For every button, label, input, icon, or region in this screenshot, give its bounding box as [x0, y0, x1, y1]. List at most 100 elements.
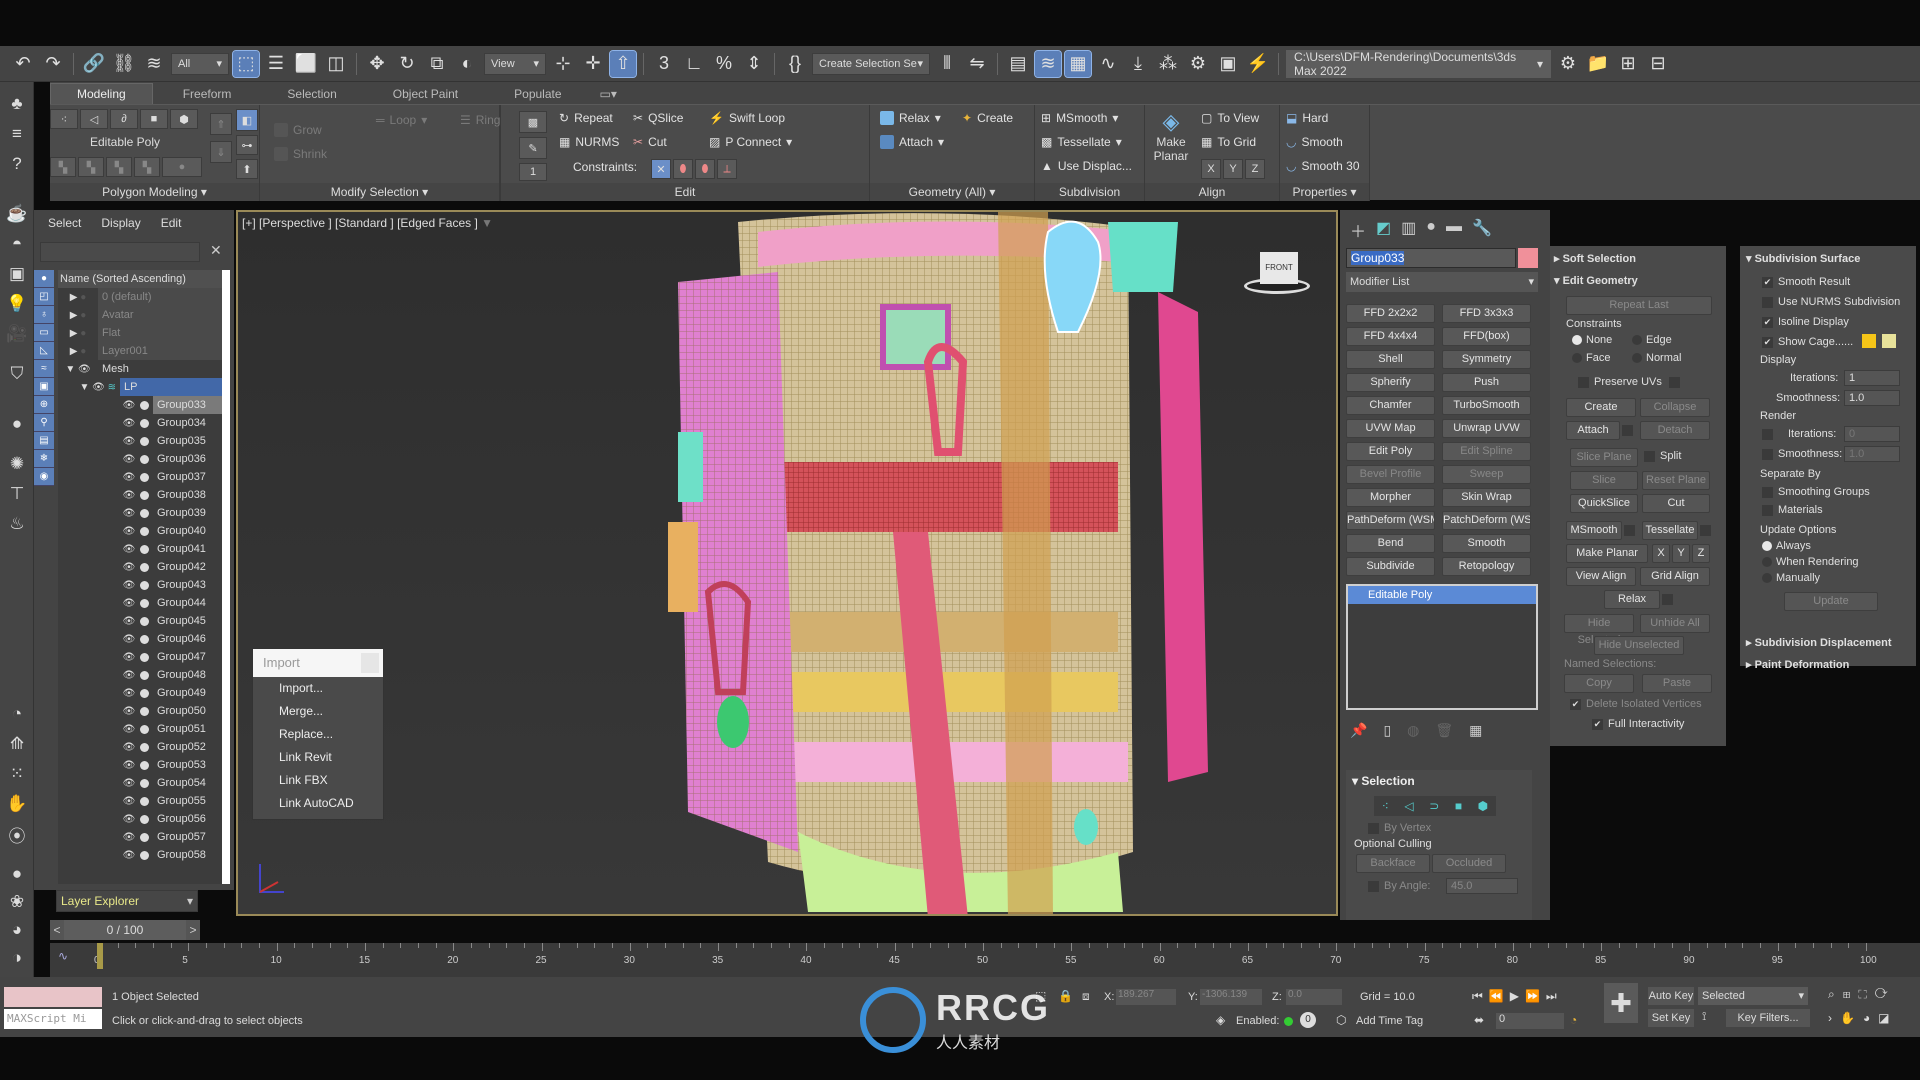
keyboard-shortcut-override-icon[interactable]: ⇧ [609, 49, 637, 78]
select-by-name-icon[interactable]: ☰ [263, 51, 289, 77]
menu-item-link-revit[interactable]: Link Revit [253, 746, 383, 769]
nurms-button[interactable]: ▦ NURMS [559, 135, 619, 149]
constraint-none-radio[interactable]: None [1572, 334, 1612, 346]
render-dot-icon[interactable] [140, 562, 149, 572]
material-editor-icon[interactable]: ⁂ [1155, 51, 1181, 77]
object-row[interactable]: 👁 Group041 [58, 540, 222, 558]
eye-icon[interactable]: 👁 [122, 652, 136, 663]
object-row[interactable]: 👁 Group054 [58, 774, 222, 792]
modifier-button[interactable]: Bend [1346, 534, 1435, 553]
preserve-uvs-checkbox[interactable]: Preserve UVs [1578, 376, 1685, 388]
border-icon[interactable]: ⊃ [1429, 799, 1439, 813]
motion-tab-icon[interactable]: ● [1426, 218, 1436, 242]
layer-row[interactable]: ▶ ● Avatar [58, 306, 222, 324]
update-always-radio[interactable]: Always [1762, 540, 1811, 552]
project-settings-icon[interactable]: ⚙ [1555, 51, 1581, 77]
tab-selection[interactable]: Selection [261, 84, 362, 104]
view-align-button[interactable]: View Align [1566, 567, 1636, 586]
edit-named-selection-icon[interactable]: {} [782, 51, 808, 77]
align-icon[interactable]: ⇋ [964, 51, 990, 77]
maxscript-listener-icon[interactable]: ◑ [5, 946, 29, 970]
show-end-result-icon[interactable]: ▯ [1383, 722, 1391, 739]
by-vertex-checkbox[interactable]: By Vertex [1368, 822, 1431, 834]
menu-display[interactable]: Display [101, 216, 140, 236]
eye-icon[interactable]: 👁 [122, 598, 136, 609]
render-dot-icon[interactable] [140, 742, 149, 752]
tab-modeling[interactable]: Modeling [50, 83, 153, 104]
mirror-icon[interactable]: ⫴ [934, 51, 960, 77]
time-tag-icon[interactable]: ⬡ [1336, 1013, 1346, 1027]
select-manipulate-icon[interactable]: ✛ [580, 51, 606, 77]
msmooth-button[interactable]: MSmooth [1566, 521, 1622, 540]
group-label-properties[interactable]: Properties ▾ [1280, 183, 1369, 201]
render-dot-icon[interactable] [140, 796, 149, 806]
msmooth-settings-icon[interactable] [1624, 525, 1635, 536]
slice-button[interactable]: Slice [1570, 471, 1638, 490]
tessellate-button[interactable]: Tessellate [1642, 521, 1698, 540]
object-row[interactable]: 👁 Group051 [58, 720, 222, 738]
make-planar-button[interactable]: ◈ Make Planar [1151, 109, 1191, 163]
eye-icon[interactable]: 👁 [122, 544, 136, 555]
show-end-result-icon[interactable]: ◧ [236, 109, 258, 131]
enabled-toggle[interactable]: 0 [1300, 1012, 1316, 1028]
render-dot-icon[interactable] [140, 544, 149, 554]
render-smoothness-label[interactable]: Smoothness: [1762, 448, 1842, 460]
repeat-button[interactable]: ↻ Repeat [559, 111, 613, 125]
show-cage-checkbox[interactable]: ✔ Show Cage...... [1762, 336, 1853, 348]
constraint-edge-radio[interactable]: Edge [1632, 334, 1672, 346]
xform-icon[interactable]: ⟰ [5, 732, 29, 756]
modifier-button[interactable]: Chamfer [1346, 396, 1435, 415]
next-frame-button[interactable]: > [186, 920, 200, 940]
current-frame-marker[interactable] [97, 943, 103, 969]
group-label-modify-selection[interactable]: Modify Selection ▾ [260, 183, 499, 201]
viewcube[interactable]: FRONT [1242, 248, 1312, 298]
auto-key-button[interactable]: Auto Key [1648, 987, 1694, 1005]
element-mode-icon[interactable]: ⬢ [170, 109, 198, 129]
object-row[interactable]: 👁 Group048 [58, 666, 222, 684]
spacewarp-icon[interactable]: ⊤ [5, 482, 29, 506]
unlink-icon[interactable]: ⛓ [111, 51, 137, 77]
hide-selected-button[interactable]: Hide Selected [1564, 614, 1634, 646]
explorer-type-dropdown[interactable]: Layer Explorer ▾ [56, 890, 198, 912]
previous-frame-button[interactable]: < [50, 920, 64, 940]
materials-checkbox[interactable]: Materials [1762, 504, 1823, 516]
edge-mode-icon[interactable]: ◁ [80, 109, 108, 129]
project-folder-dropdown[interactable]: C:\Users\DFM-Rendering\Documents\3ds Max… [1286, 49, 1551, 78]
scale-icon[interactable]: ⧉ [424, 51, 450, 77]
undo-icon[interactable]: ↶ [10, 51, 36, 77]
teapot-icon[interactable]: ☕ [5, 202, 29, 226]
tab-populate[interactable]: Populate [488, 84, 587, 104]
project-tree-icon[interactable]: ⊟ [1645, 51, 1671, 77]
grow-button[interactable]: Grow [274, 123, 322, 137]
update-when-rendering-radio[interactable]: When Rendering [1762, 556, 1859, 568]
shrink-button[interactable]: Shrink [274, 147, 327, 161]
eye-icon[interactable]: 👁 [122, 706, 136, 717]
schematic-view-icon[interactable]: ⤓ [1125, 51, 1151, 77]
object-row[interactable]: 👁 Group047 [58, 648, 222, 666]
eye-icon[interactable]: 👁 [122, 634, 136, 645]
split-checkbox[interactable]: Split [1644, 450, 1681, 462]
quickslice-button[interactable]: QuickSlice [1570, 494, 1638, 513]
render-dot-icon[interactable] [140, 724, 149, 734]
attach-button[interactable]: Attach ▾ [880, 135, 944, 149]
edit-geometry-title[interactable]: ▾ Edit Geometry [1554, 274, 1638, 287]
edge-icon[interactable]: ◁ [1404, 799, 1413, 813]
key-filters-button[interactable]: Key Filters... [1726, 1009, 1810, 1027]
eye-icon[interactable]: ▼ 👁 ≋ [58, 382, 120, 393]
object-row[interactable]: 👁 Group036 [58, 450, 222, 468]
current-frame-field[interactable]: 0 [1496, 1013, 1564, 1029]
msmooth-button[interactable]: ⊞ MSmooth ▾ [1041, 111, 1118, 125]
constraint-edge-icon[interactable]: ⬮ [673, 159, 693, 179]
object-row[interactable]: 👁 Group046 [58, 630, 222, 648]
filter-hidden-icon[interactable]: ◉ [34, 468, 54, 486]
align-x-button[interactable]: X [1201, 159, 1221, 179]
qslice-button[interactable]: ✂ QSlice [633, 111, 683, 125]
helpers-icon[interactable]: ⛉ [5, 362, 29, 386]
hide-unselected-button[interactable]: Hide Unselected [1594, 636, 1684, 655]
key-mode-dropdown[interactable]: Selected ▾ [1698, 987, 1808, 1005]
render-dot-icon[interactable] [140, 472, 149, 482]
loop-button[interactable]: ═ Loop ▾ [376, 113, 427, 127]
render-dot-icon[interactable] [140, 454, 149, 464]
rectangular-selection-icon[interactable]: ⬜ [293, 51, 319, 77]
render-dot-icon[interactable] [140, 418, 149, 428]
